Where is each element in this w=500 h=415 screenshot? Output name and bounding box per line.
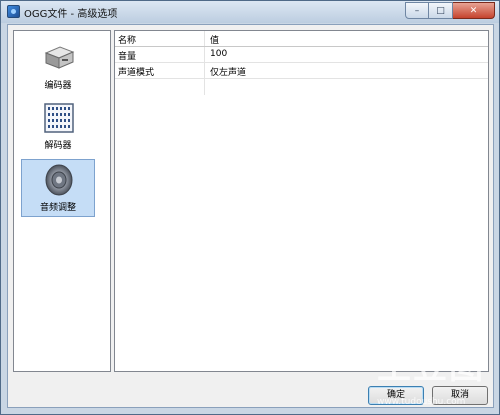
sidebar-item-audio-adjust[interactable]: 音频调整 [21,159,95,217]
list-header: 名称 值 [115,31,488,47]
sidebar-item-label: 编码器 [44,81,72,91]
watermark-url: www.tudoushu.com [377,397,466,407]
column-header-value[interactable]: 值 [210,33,219,46]
category-sidebar: 编码器 解码器 音频调整 [13,30,111,372]
decoder-icon [44,103,74,133]
window-title: OGG文件 - 高级选项 [24,9,118,20]
maximize-button[interactable]: □ [429,2,453,19]
title-bar[interactable]: OGG文件 - 高级选项 – □ ✕ [1,1,499,23]
speaker-icon [45,164,73,196]
close-button[interactable]: ✕ [453,2,495,19]
sidebar-item-label: 解码器 [44,141,72,151]
list-item[interactable]: 声道模式 仅左声道 [115,63,488,79]
sidebar-item-label: 音频调整 [39,203,76,213]
sidebar-item-decoder[interactable]: 解码器 [21,97,95,155]
column-header-name[interactable]: 名称 [118,33,136,46]
option-value[interactable]: 100 [210,49,227,59]
option-value[interactable]: 仅左声道 [210,65,246,78]
option-name: 音量 [118,52,137,62]
dialog-window: OGG文件 - 高级选项 – □ ✕ 编码器 解码器 音频调整 名称 值 音量 … [0,0,500,415]
caption-buttons: – □ ✕ [405,2,495,19]
option-name: 声道模式 [118,68,155,78]
watermark-logo: 土豆图 [377,347,485,387]
options-list: 名称 值 音量 100 声道模式 仅左声道 [114,30,489,372]
list-item[interactable]: 音量 100 [115,47,488,63]
sidebar-item-encoder[interactable]: 编码器 [21,37,95,95]
app-icon [7,5,20,18]
minimize-button[interactable]: – [405,2,429,19]
encoder-icon [44,46,75,69]
